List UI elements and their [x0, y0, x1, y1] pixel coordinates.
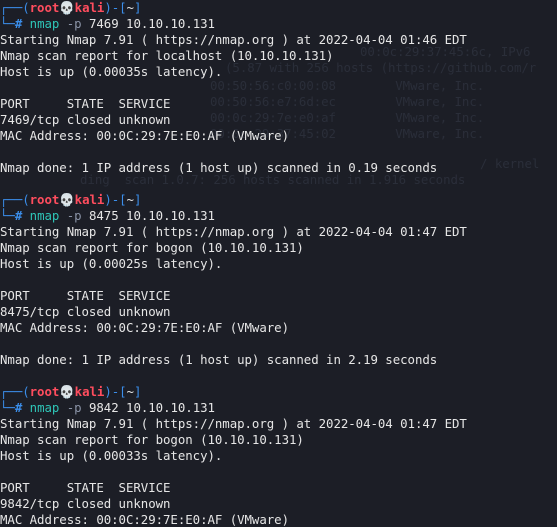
command-line[interactable]: └─# nmap -p 7469 10.10.10.131: [0, 16, 557, 32]
output-line: Nmap scan report for localhost (10.10.10…: [0, 48, 334, 63]
prompt-close: ]: [133, 384, 142, 399]
prompt-close: ]: [133, 192, 142, 207]
output-line: Nmap done: 1 IP address (1 host up) scan…: [0, 160, 438, 175]
prompt-open: ┌──(: [0, 0, 30, 15]
prompt-dir: ~: [126, 192, 134, 207]
prompt-close: ]: [133, 0, 142, 15]
output-line: Starting Nmap 7.91 ( https://nmap.org ) …: [0, 416, 467, 431]
skull-icon: 💀: [59, 384, 75, 399]
output-line: Host is up (0.00033s latency).: [0, 448, 223, 463]
output-line: Host is up (0.00035s latency).: [0, 64, 223, 79]
command-name: nmap: [29, 208, 60, 223]
output-line: Starting Nmap 7.91 ( https://nmap.org ) …: [0, 224, 467, 239]
prompt-corner: └─: [0, 16, 15, 31]
skull-icon: 💀: [59, 192, 75, 207]
prompt-dir: ~: [126, 0, 134, 15]
prompt-host: kali: [74, 384, 105, 399]
output-line: 8475/tcp closed unknown: [0, 304, 171, 319]
output-line: MAC Address: 00:0C:29:7E:E0:AF (VMware): [0, 320, 289, 335]
prompt-hash: #: [14, 16, 23, 31]
prompt-hash: #: [14, 400, 23, 415]
output-line: MAC Address: 00:0C:29:7E:E0:AF (VMware): [0, 128, 289, 143]
prompt-corner: └─: [0, 208, 15, 223]
command-name: nmap: [29, 400, 60, 415]
command-flag: -p: [66, 208, 82, 223]
prompt-header-line: ┌──(root💀kali)-[~]: [0, 0, 557, 16]
command-name: nmap: [29, 16, 60, 31]
command-args: 8475 10.10.10.131: [88, 208, 215, 223]
prompt-user: root: [29, 0, 60, 15]
output-line: PORT STATE SERVICE: [0, 288, 171, 303]
prompt-corner: └─: [0, 400, 15, 415]
prompt-header-line: ┌──(root💀kali)-[~]: [0, 192, 557, 208]
output-line: Host is up (0.00025s latency).: [0, 256, 223, 271]
output-line: Starting Nmap 7.91 ( https://nmap.org ) …: [0, 32, 467, 47]
output-line: 9842/tcp closed unknown: [0, 496, 171, 511]
prompt-open: ┌──(: [0, 192, 30, 207]
command-flag: -p: [66, 400, 82, 415]
output-line: Nmap scan report for bogon (10.10.10.131…: [0, 240, 304, 255]
output-line: MAC Address: 00:0C:29:7E:E0:AF (VMware): [0, 512, 289, 527]
prompt-user: root: [29, 192, 60, 207]
prompt-dir: ~: [126, 384, 134, 399]
output-line: PORT STATE SERVICE: [0, 96, 171, 111]
terminal-window[interactable]: 00:0c:29:37:45:6c, IPv6 (5.87 with 256 h…: [0, 0, 557, 527]
prompt-host: kali: [74, 0, 105, 15]
prompt-header-line: ┌──(root💀kali)-[~]: [0, 384, 557, 400]
output-line: Nmap done: 1 IP address (1 host up) scan…: [0, 352, 438, 367]
command-flag: -p: [66, 16, 82, 31]
prompt-host: kali: [74, 192, 105, 207]
prompt-mid: )-[: [104, 192, 127, 207]
output-line: 7469/tcp closed unknown: [0, 112, 171, 127]
prompt-mid: )-[: [104, 0, 127, 15]
command-line[interactable]: └─# nmap -p 9842 10.10.10.131: [0, 400, 557, 416]
terminal-output: ┌──(root💀kali)-[~] └─# nmap -p 7469 10.10…: [0, 0, 557, 527]
prompt-hash: #: [14, 208, 23, 223]
output-line: PORT STATE SERVICE: [0, 480, 171, 495]
command-args: 9842 10.10.10.131: [88, 400, 215, 415]
skull-icon: 💀: [59, 0, 75, 15]
output-line: Nmap scan report for bogon (10.10.10.131…: [0, 432, 304, 447]
prompt-mid: )-[: [104, 384, 127, 399]
command-args: 7469 10.10.10.131: [88, 16, 215, 31]
command-line[interactable]: └─# nmap -p 8475 10.10.10.131: [0, 208, 557, 224]
prompt-user: root: [29, 384, 60, 399]
prompt-open: ┌──(: [0, 384, 30, 399]
